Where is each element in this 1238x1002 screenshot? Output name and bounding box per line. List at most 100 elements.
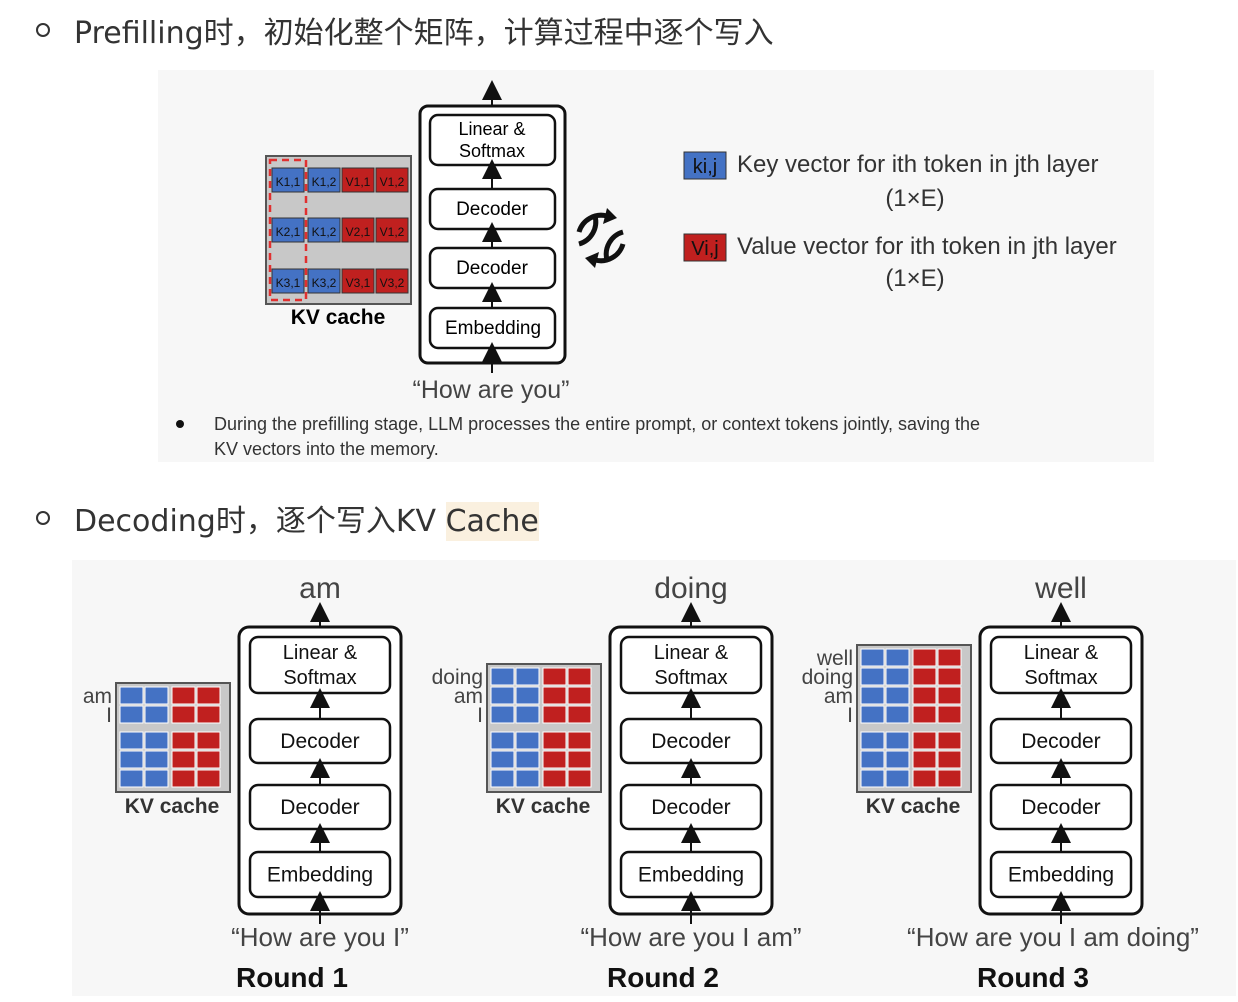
- round-kv-cell: [542, 731, 567, 750]
- round-kv-cell: [171, 769, 196, 788]
- round-kv-cell: [515, 750, 540, 769]
- round-kv-cell: [567, 686, 592, 705]
- round-kv-cell: [196, 750, 221, 769]
- prefill-cell-label: V1,2: [380, 225, 405, 239]
- round-kv-cell: [171, 731, 196, 750]
- round-kv-cell: [542, 750, 567, 769]
- round-kv-cell: [937, 731, 962, 750]
- round-kv-cell: [542, 705, 567, 724]
- prefill-cell-label: K3,2: [312, 276, 337, 290]
- note-line-1: During the prefilling stage, LLM process…: [214, 414, 980, 434]
- legend-value-chip-text: Vi,j: [691, 238, 718, 260]
- round-kv-cell: [490, 686, 515, 705]
- round-kv-cell: [937, 705, 962, 724]
- prefill-softmax-text: Softmax: [459, 141, 525, 161]
- round-kv-cell: [490, 667, 515, 686]
- round-kv-cell: [542, 686, 567, 705]
- round-kv-cell: [860, 667, 885, 686]
- round-kv-cell: [912, 667, 937, 686]
- round-kv-cell: [860, 769, 885, 788]
- round-kv-cell: [860, 648, 885, 667]
- round-kv-cell: [144, 750, 169, 769]
- round-kv-cell: [860, 750, 885, 769]
- round-kv-cell: [196, 731, 221, 750]
- round-kv-cell: [567, 731, 592, 750]
- round-kv-label: KV cache: [496, 795, 591, 818]
- round-kv-cell: [171, 705, 196, 724]
- round-title: Round 3: [977, 962, 1089, 993]
- prefill-cell-label: V3,1: [346, 276, 371, 290]
- round-prompt: “How are you I am doing”: [907, 922, 1199, 952]
- round-stack-label: Linear &: [283, 642, 358, 664]
- round-kv-cell: [490, 750, 515, 769]
- round-stack-label: Softmax: [1024, 667, 1097, 689]
- round-kv-cell: [912, 731, 937, 750]
- round-kv-cell: [937, 750, 962, 769]
- round-kv-cell: [885, 667, 910, 686]
- prefill-kv-label: KV cache: [291, 306, 386, 329]
- bullet-circle-icon: [36, 511, 50, 525]
- round-kv-cell: [885, 769, 910, 788]
- round-kv-cell: [490, 705, 515, 724]
- round-kv-cell: [144, 769, 169, 788]
- decode-rounds-figure: am Linear & Softmax Decoder Decoder Embedding…: [72, 560, 1236, 996]
- round-kv-cell: [912, 648, 937, 667]
- prefill-bullet-text: Prefilling时，初始化整个矩阵，计算过程中逐个写入: [74, 16, 774, 51]
- round-stack-label: Decoder: [1021, 730, 1100, 753]
- round-prompt: “How are you I am”: [580, 922, 801, 952]
- legend-key-chip-text: ki,j: [693, 156, 717, 178]
- rounds-diagram: am Linear & Softmax Decoder Decoder Embedding…: [83, 572, 1199, 993]
- round-kv-cell: [542, 769, 567, 788]
- round-kv-cell: [885, 686, 910, 705]
- round-kv-cell: [196, 705, 221, 724]
- prefill-cell-label: V1,1: [346, 175, 371, 189]
- round-stack-label: Softmax: [654, 667, 727, 689]
- round-panel: am Linear & Softmax Decoder Decoder Embedding…: [83, 572, 409, 993]
- round-output-token: well: [1034, 572, 1087, 605]
- round-kv-cell: [542, 667, 567, 686]
- round-panel: doing Linear & Softmax Decoder Decoder Embedd…: [432, 572, 802, 993]
- round-stack-label: Softmax: [283, 667, 356, 689]
- round-kv-cell: [567, 705, 592, 724]
- note-line-2: KV vectors into the memory.: [214, 439, 439, 459]
- round-kv-cell: [490, 731, 515, 750]
- decode-bullet-highlight: Cache: [445, 502, 539, 541]
- round-kv-cell: [144, 731, 169, 750]
- note-bullet: [176, 420, 184, 428]
- decode-bullet: Decoding时，逐个写入KV Cache: [36, 496, 539, 541]
- round-stack-label: Embedding: [267, 864, 373, 887]
- prefill-cell-label: V3,2: [380, 276, 405, 290]
- round-prompt: “How are you I”: [231, 922, 409, 952]
- bullet-circle-icon: [36, 23, 50, 37]
- legend-key-text: Key vector for ith token in jth layer: [737, 151, 1099, 178]
- round-kv-cell: [885, 705, 910, 724]
- round-stack-label: Decoder: [280, 796, 359, 819]
- prefill-linear-text: Linear &: [458, 119, 525, 139]
- round-kv-cell: [171, 686, 196, 705]
- round-kv-cell: [171, 750, 196, 769]
- round-stack-label: Decoder: [1021, 796, 1100, 819]
- round-kv-cell: [885, 731, 910, 750]
- round-token-label: I: [106, 704, 112, 727]
- round-kv-cell: [144, 686, 169, 705]
- prefill-cell-label: V1,2: [380, 175, 405, 189]
- prefill-cell-label: K1,2: [312, 225, 337, 239]
- decode-bullet-text: Decoding时，逐个写入KV Cache: [74, 496, 539, 541]
- round-output-token: doing: [654, 572, 727, 605]
- round-kv-cell: [860, 686, 885, 705]
- round-kv-cell: [885, 648, 910, 667]
- round-output-token: am: [299, 572, 341, 605]
- round-kv-cell: [515, 705, 540, 724]
- cycle-icon: [576, 208, 626, 268]
- round-kv-cell: [515, 686, 540, 705]
- decode-bullet-prefix: Decoding时，逐个写入KV: [74, 504, 446, 539]
- round-kv-cell: [912, 769, 937, 788]
- round-title: Round 2: [607, 962, 719, 993]
- prefill-prompt: “How are you”: [413, 376, 570, 404]
- round-stack-label: Linear &: [654, 642, 729, 664]
- round-kv-cell: [937, 686, 962, 705]
- round-kv-cell: [937, 667, 962, 686]
- round-kv-cell: [196, 769, 221, 788]
- round-kv-cell: [119, 731, 144, 750]
- prefill-embedding-text: Embedding: [445, 318, 541, 339]
